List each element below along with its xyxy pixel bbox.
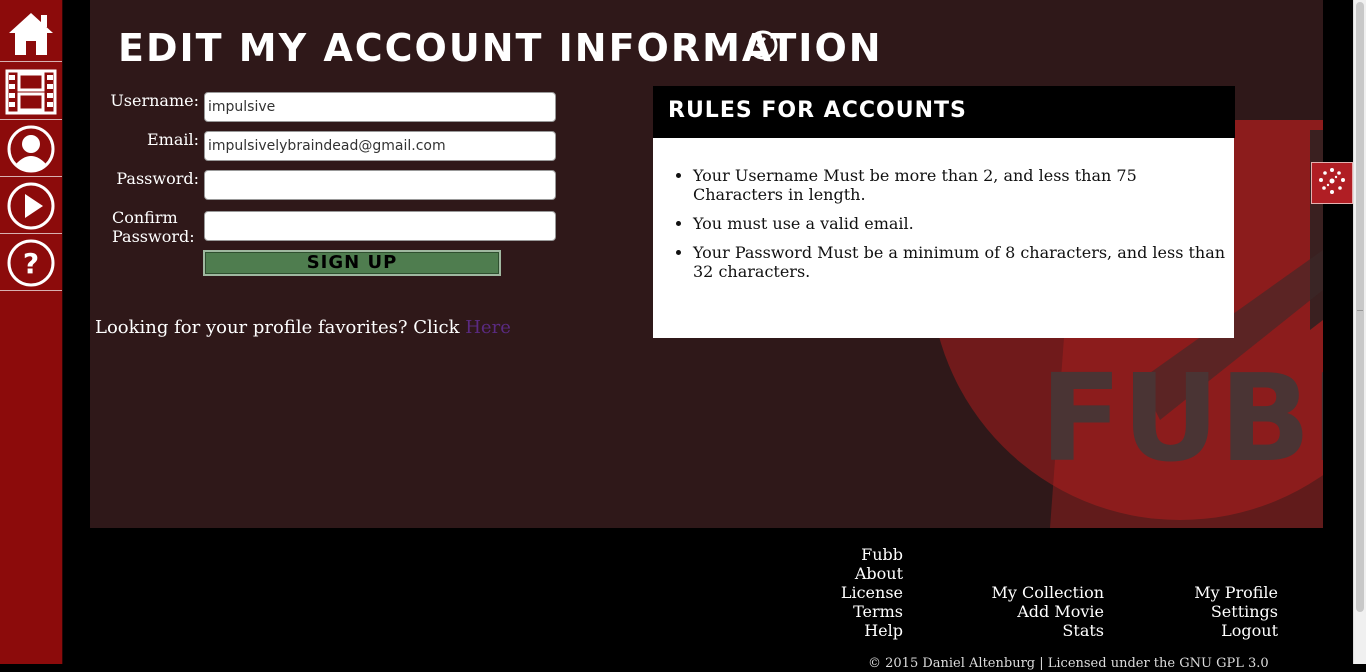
footer-col-profile: My Profile Settings Logout [1158,583,1278,640]
confirm-label-line2: Password: [112,227,195,246]
confirm-label-line1: Confirm [112,208,178,227]
sidebar-nav: ? [0,0,63,664]
nav-play[interactable] [0,178,62,234]
footer-link-license[interactable]: License [803,583,903,602]
footer-link-add-movie[interactable]: Add Movie [954,602,1104,621]
nav-home[interactable] [0,6,62,62]
user-icon [6,124,56,174]
play-icon [6,181,56,231]
username-input[interactable] [204,92,556,122]
main-panel: FUBB Edit My Account Information Usernam… [90,0,1323,528]
nav-profile[interactable] [0,121,62,177]
footer-link-help[interactable]: Help [803,621,903,640]
back-circle-icon[interactable] [748,30,778,60]
rules-list: Your Username Must be more than 2, and l… [675,166,1228,281]
svg-text:?: ? [23,247,39,280]
film-icon [5,69,57,115]
footer-link-fubb[interactable]: Fubb [803,545,903,564]
footer-link-about[interactable]: About [803,564,903,583]
username-label: Username: [110,91,199,110]
password-label: Password: [116,169,199,188]
sign-up-button[interactable]: Sign Up [203,250,501,276]
footer-link-my-collection[interactable]: My Collection [954,583,1104,602]
favorites-prompt: Looking for your profile favorites? Clic… [95,317,511,339]
footer-link-stats[interactable]: Stats [954,621,1104,640]
footer-link-my-profile[interactable]: My Profile [1158,583,1278,602]
email-input[interactable] [204,131,556,161]
fubb-logo-text: FUBB [1040,350,1323,489]
email-label: Email: [146,130,199,149]
rule-item: You must use a valid email. [693,214,1228,233]
rules-box: Your Username Must be more than 2, and l… [653,138,1234,338]
footer-link-logout[interactable]: Logout [1158,621,1278,640]
rule-item: Your Password Must be a minimum of 8 cha… [693,243,1228,281]
confirm-password-label: Confirm Password: [112,208,195,246]
favorites-text: Looking for your profile favorites? Clic… [95,317,466,338]
nav-help[interactable]: ? [0,235,62,291]
sparkle-icon [1317,166,1347,200]
page-scrollbar[interactable] [1353,0,1366,664]
nav-movies[interactable] [0,64,62,120]
copyright-text: © 2015 Daniel Altenburg | Licensed under… [868,656,1269,671]
scrollbar-thumb[interactable] [1356,2,1364,612]
footer-link-terms[interactable]: Terms [803,602,903,621]
footer-link-settings[interactable]: Settings [1158,602,1278,621]
favorites-here-link[interactable]: Here [465,317,511,338]
confirm-password-input[interactable] [204,211,556,241]
password-input[interactable] [204,170,556,200]
home-icon [6,9,56,59]
floating-widget-button[interactable] [1311,162,1353,204]
rules-heading: Rules for Accounts [653,86,1235,138]
rule-item: Your Username Must be more than 2, and l… [693,166,1228,204]
help-icon: ? [6,238,56,288]
footer-col-collection: My Collection Add Movie Stats [954,583,1104,640]
footer-col-site: Fubb About License Terms Help [803,545,903,640]
